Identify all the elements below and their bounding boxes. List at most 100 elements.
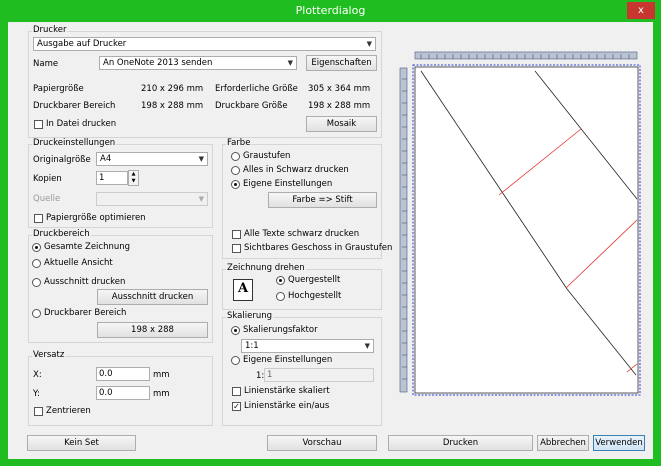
printer-name-select[interactable]: An OneNote 2013 senden ▼ — [99, 56, 297, 70]
chevron-down-icon: ▼ — [366, 40, 372, 48]
quelle-label: Quelle — [33, 194, 61, 204]
skalierungsfaktor-select[interactable]: 1:1 ▼ — [241, 339, 374, 353]
dialog-client-area: Drucker Ausgabe auf Drucker ▼ Name An On… — [8, 22, 653, 459]
texte-schwarz-label: Alle Texte schwarz drucken — [244, 229, 360, 239]
abbrechen-button[interactable]: Abbrechen — [537, 435, 589, 451]
vertical-ruler — [399, 67, 408, 393]
skalierung-eigene-input[interactable]: 1 — [264, 368, 374, 382]
skalierungsfaktor-label: Skalierungsfaktor — [243, 325, 318, 335]
druckbereich-group-title: Druckbereich — [32, 229, 91, 239]
originalgroesse-value: A4 — [100, 154, 112, 164]
graustufen-label: Graustufen — [243, 151, 291, 161]
skalierung-eigene-label: Eigene Einstellungen — [243, 355, 333, 365]
kopien-input[interactable]: 1 — [96, 171, 128, 185]
quelle-select[interactable]: ▼ — [96, 192, 208, 206]
print-preview[interactable] — [391, 49, 646, 407]
originalgroesse-select[interactable]: A4 ▼ — [96, 152, 208, 166]
ausschnitt-drucken-radio[interactable] — [32, 278, 41, 287]
druckbarer-bereich-label: Druckbarer Bereich — [33, 101, 116, 111]
linienstaerke-einaus-checkbox[interactable]: ✓ — [232, 402, 241, 411]
name-label: Name — [33, 59, 59, 69]
drucker-group-title: Drucker — [32, 25, 68, 35]
schwarz-drucken-label: Alles in Schwarz drucken — [243, 165, 349, 175]
ausschnitt-drucken-button[interactable]: Ausschnitt drucken — [97, 289, 208, 305]
papiergroesse-label: Papiergröße — [33, 84, 84, 94]
farbe-group-title: Farbe — [226, 138, 252, 148]
chevron-down-icon: ▼ — [287, 59, 293, 67]
papiergroesse-value: 210 x 296 mm — [141, 84, 204, 94]
farbe-eigene-label: Eigene Einstellungen — [243, 179, 333, 189]
druckbare-groesse-value: 198 x 288 mm — [308, 101, 371, 111]
vorschau-button[interactable]: Vorschau — [267, 435, 377, 451]
skalierung-group-title: Skalierung — [226, 311, 273, 321]
in-datei-checkbox[interactable] — [34, 120, 43, 129]
versatz-x-unit: mm — [153, 370, 170, 380]
plotter-dialog-window: Plotterdialog x Drucker Ausgabe auf Druc… — [0, 0, 661, 466]
skalierung-eigene-radio[interactable] — [231, 356, 240, 365]
preview-page — [414, 66, 639, 394]
gesamte-zeichnung-radio[interactable] — [32, 243, 41, 252]
druckeinstellungen-group-title: Druckeinstellungen — [32, 138, 117, 148]
aktuelle-ansicht-label: Aktuelle Ansicht — [44, 258, 113, 268]
originalgroesse-label: Originalgröße — [33, 155, 91, 165]
skalierungsfaktor-radio[interactable] — [231, 326, 240, 335]
zentrieren-label: Zentrieren — [46, 406, 91, 416]
kein-set-button[interactable]: Kein Set — [27, 435, 136, 451]
versatz-x-input[interactable]: 0.0 — [96, 367, 150, 381]
versatz-y-unit: mm — [153, 389, 170, 399]
papiergroesse-optimieren-label: Papiergröße optimieren — [46, 213, 146, 223]
erforderliche-groesse-label: Erforderliche Größe — [215, 84, 298, 94]
versatz-y-input[interactable]: 0.0 — [96, 386, 150, 400]
erforderliche-groesse-value: 305 x 364 mm — [308, 84, 371, 94]
verwenden-button[interactable]: Verwenden — [593, 435, 645, 451]
mosaik-button[interactable]: Mosaik — [306, 116, 377, 132]
linienstaerke-skaliert-label: Linienstärke skaliert — [244, 386, 330, 396]
window-title: Plotterdialog — [295, 4, 366, 17]
farbe-stift-button[interactable]: Farbe => Stift — [268, 192, 377, 208]
output-select[interactable]: Ausgabe auf Drucker ▼ — [33, 37, 376, 51]
texte-schwarz-checkbox[interactable] — [232, 230, 241, 239]
close-button[interactable]: x — [627, 2, 655, 19]
spin-down-icon[interactable]: ▼ — [129, 178, 138, 185]
printer-name-value: An OneNote 2013 senden — [103, 58, 213, 68]
versatz-group-title: Versatz — [32, 350, 66, 360]
drucken-button[interactable]: Drucken — [388, 435, 533, 451]
versatz-y-label: Y: — [33, 389, 40, 399]
aktuelle-ansicht-radio[interactable] — [32, 259, 41, 268]
druckbarer-bereich-value: 198 x 288 mm — [141, 101, 204, 111]
versatz-x-label: X: — [33, 370, 42, 380]
papiergroesse-optimieren-checkbox[interactable] — [34, 214, 43, 223]
druckbarer-bereich-radio[interactable] — [32, 309, 41, 318]
chevron-down-icon: ▼ — [198, 155, 204, 163]
farbe-eigene-radio[interactable] — [231, 180, 240, 189]
quergestellt-radio[interactable] — [276, 276, 285, 285]
page-orientation-icon: A — [233, 279, 253, 301]
druckbare-groesse-label: Druckbare Größe — [215, 101, 288, 111]
spin-up-icon[interactable]: ▲ — [129, 171, 138, 178]
kopien-spinner[interactable]: ▲ ▼ — [128, 170, 139, 186]
hochgestellt-radio[interactable] — [276, 292, 285, 301]
linienstaerke-einaus-label: Linienstärke ein/aus — [244, 401, 330, 411]
geschoss-graustufen-checkbox[interactable] — [232, 244, 241, 253]
skalierungsfaktor-value: 1:1 — [245, 341, 259, 351]
chevron-down-icon: ▼ — [364, 342, 370, 350]
hochgestellt-label: Hochgestellt — [288, 291, 342, 301]
zeichnung-drehen-group-title: Zeichnung drehen — [226, 263, 306, 273]
schwarz-drucken-radio[interactable] — [231, 166, 240, 175]
ausschnitt-drucken-label: Ausschnitt drucken — [44, 277, 126, 287]
in-datei-label: In Datei drucken — [46, 119, 117, 129]
gesamte-zeichnung-label: Gesamte Zeichnung — [44, 242, 131, 252]
quergestellt-label: Quergestellt — [288, 275, 341, 285]
chevron-down-icon: ▼ — [198, 195, 204, 203]
kopien-label: Kopien — [33, 174, 62, 184]
graustufen-radio[interactable] — [231, 152, 240, 161]
druckbarer-bereich-radio-label: Druckbarer Bereich — [44, 308, 127, 318]
output-select-value: Ausgabe auf Drucker — [37, 39, 127, 49]
linienstaerke-skaliert-checkbox[interactable] — [232, 387, 241, 396]
zentrieren-checkbox[interactable] — [34, 407, 43, 416]
title-bar[interactable]: Plotterdialog x — [0, 0, 661, 22]
print-preview-canvas — [399, 51, 641, 396]
geschoss-graustufen-label: Sichtbares Geschoss in Graustufen — [244, 243, 393, 253]
properties-button[interactable]: Eigenschaften — [306, 55, 377, 71]
druckbarer-bereich-button[interactable]: 198 x 288 — [97, 322, 208, 338]
